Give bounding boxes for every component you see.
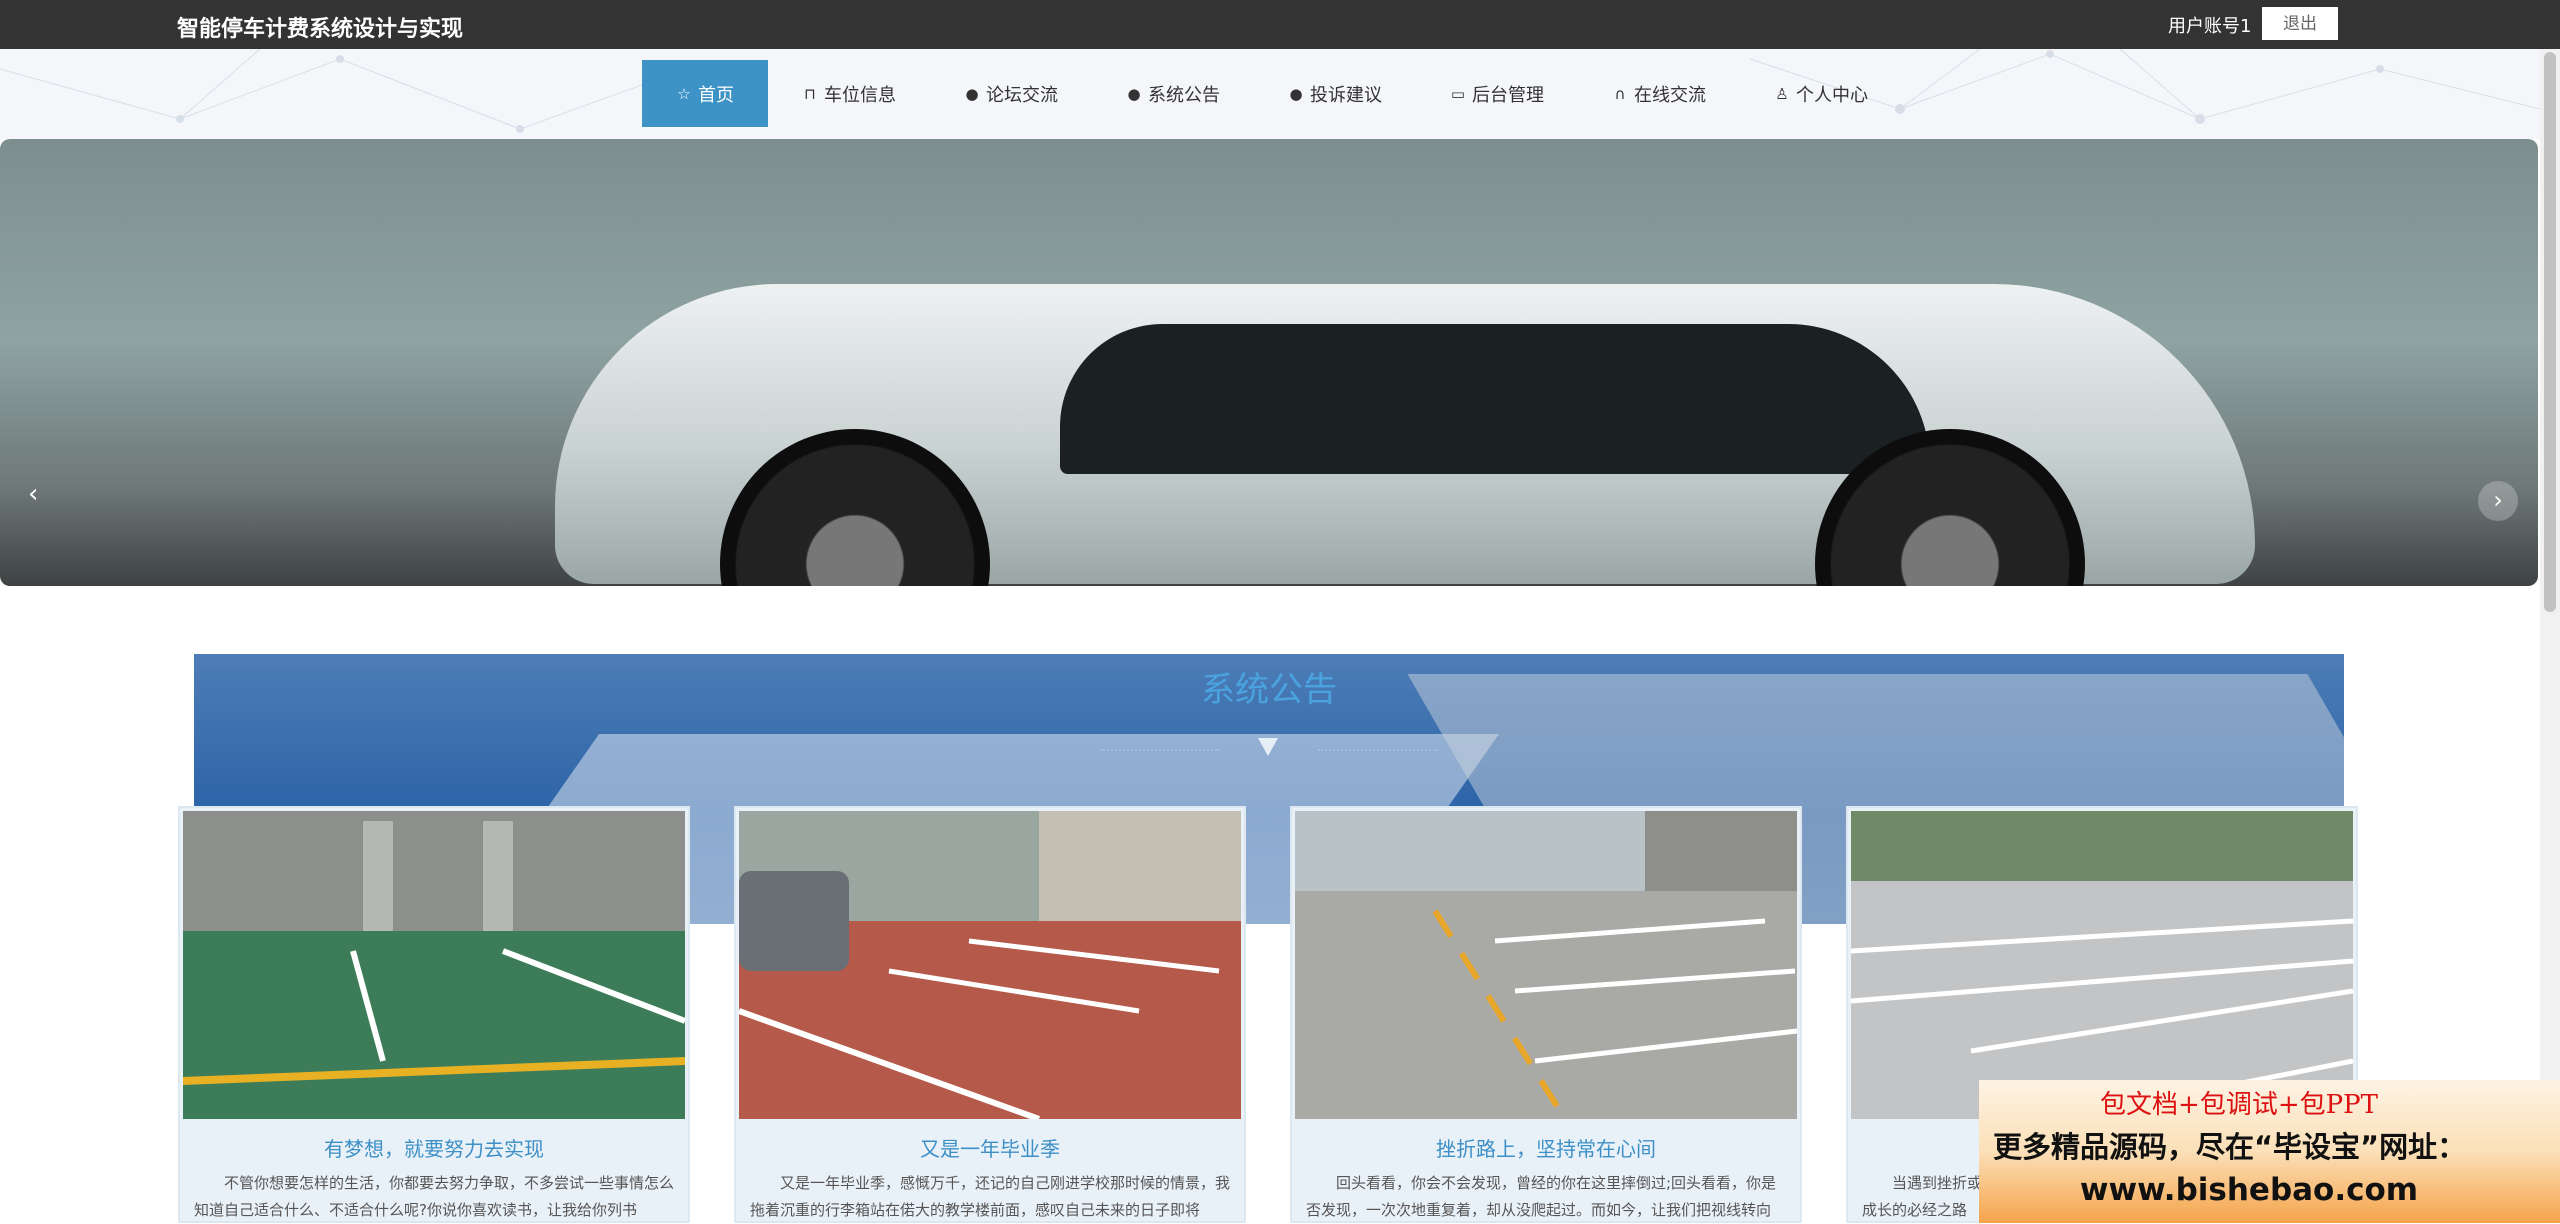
title-divider-left	[1100, 749, 1220, 751]
card-text: 又是一年毕业季，感慨万千，还记的自己刚进学校那时候的情景，我拖着沉重的行李箱站在…	[750, 1174, 1231, 1219]
nav-item-admin[interactable]: ▭ 后台管理	[1416, 60, 1578, 127]
nav-item-label: 在线交流	[1634, 84, 1706, 106]
question-circle-icon: ●	[1127, 84, 1141, 103]
card-title[interactable]: 挫折路上，坚持常在心间	[1292, 1133, 1800, 1162]
star-icon: ☆	[677, 84, 691, 103]
street-parking-picture	[739, 811, 1241, 1119]
headset-icon: ∩	[1614, 84, 1626, 103]
card-image[interactable]	[183, 811, 685, 1119]
carousel-next-arrow[interactable]: ›	[2478, 481, 2518, 521]
briefcase-icon: ▭	[1450, 84, 1466, 103]
card-image[interactable]	[1295, 811, 1797, 1119]
user-icon: ♙	[1775, 84, 1789, 103]
chevron-down-icon	[1258, 738, 1278, 756]
main-nav: ☆ 首页 ⊓ 车位信息 ● 论坛交流 ● 系统公告 ● 投诉建议 ▭ 后台管理 …	[642, 60, 1902, 127]
promo-url[interactable]: www.bishebao.com	[1979, 1172, 2519, 1208]
nav-item-announcements[interactable]: ● 系统公告	[1092, 60, 1254, 127]
promo-banner[interactable]: 包文档+包调试+包PPT 更多精品源码，尽在“毕设宝”网址： www.bishe…	[1979, 1080, 2560, 1223]
card-text: 不管你想要怎样的生活，你都要去努力争取，不多尝试一些事情怎么知道自己适合什么、不…	[194, 1174, 675, 1219]
exclamation-circle-icon: ●	[965, 84, 979, 103]
nav-item-complaints[interactable]: ● 投诉建议	[1254, 60, 1416, 127]
nav-item-label: 车位信息	[824, 84, 896, 106]
user-account-label[interactable]: 用户账号1	[2168, 12, 2251, 38]
carousel-prev-arrow[interactable]: ‹	[28, 479, 48, 509]
nav-item-label: 个人中心	[1796, 84, 1868, 106]
title-divider-right	[1318, 749, 1438, 751]
nav-item-home[interactable]: ☆ 首页	[642, 60, 768, 127]
card-title[interactable]: 有梦想，就要努力去实现	[180, 1133, 688, 1162]
card-title[interactable]: 又是一年毕业季	[736, 1133, 1244, 1162]
card-image[interactable]	[739, 811, 1241, 1119]
parking-garage-picture	[183, 811, 685, 1119]
bag-icon: ⊓	[804, 84, 816, 103]
car-window	[1060, 324, 1930, 474]
info-circle-icon: ●	[1289, 84, 1303, 103]
nav-item-label: 后台管理	[1472, 84, 1544, 106]
nav-item-forum[interactable]: ● 论坛交流	[930, 60, 1092, 127]
notice-card[interactable]: 有梦想，就要努力去实现 不管你想要怎样的生活，你都要去努力争取，不多尝试一些事情…	[178, 806, 690, 1223]
scrollbar-thumb[interactable]	[2544, 52, 2556, 612]
notice-card[interactable]: 挫折路上，坚持常在心间 回头看看，你会不会发现，曾经的你在这里摔倒过;回头看看，…	[1290, 806, 1802, 1223]
top-bar: 智能停车计费系统设计与实现 用户账号1 退出	[0, 0, 2560, 49]
nav-item-label: 首页	[698, 84, 734, 106]
nav-item-label: 投诉建议	[1310, 84, 1382, 106]
promo-line-2: 更多精品源码，尽在“毕设宝”网址：	[1993, 1130, 2467, 1164]
notice-card[interactable]: 又是一年毕业季 又是一年毕业季，感慨万千，还记的自己刚进学校那时候的情景，我拖着…	[734, 806, 1246, 1223]
empty-lot-picture	[1851, 811, 2353, 1119]
site-title: 智能停车计费系统设计与实现	[177, 17, 464, 42]
nav-item-profile[interactable]: ♙ 个人中心	[1740, 60, 1902, 127]
banner-carousel: ‹ ›	[0, 139, 2538, 586]
nav-item-label: 论坛交流	[986, 84, 1058, 106]
nav-item-chat[interactable]: ∩ 在线交流	[1578, 60, 1740, 127]
promo-line-1: 包文档+包调试+包PPT	[2100, 1090, 2378, 1120]
logout-button[interactable]: 退出	[2262, 7, 2338, 40]
card-text: 回头看看，你会不会发现，曾经的你在这里摔倒过;回头看看，你是否发现，一次次地重复…	[1306, 1174, 1777, 1219]
card-image[interactable]	[1851, 811, 2353, 1119]
parking-lot-picture	[1295, 811, 1797, 1119]
nav-item-label: 系统公告	[1148, 84, 1220, 106]
section-title: 系统公告	[1201, 670, 1337, 710]
nav-item-parking-info[interactable]: ⊓ 车位信息	[768, 60, 930, 127]
